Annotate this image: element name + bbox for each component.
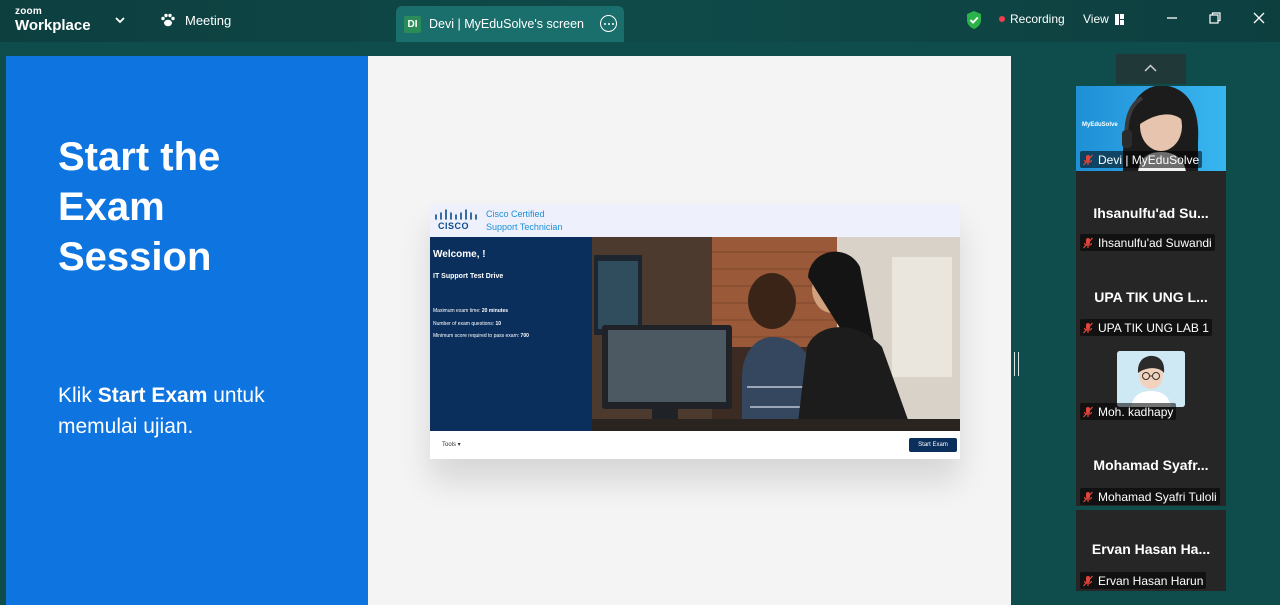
- mic-muted-icon: [1083, 575, 1093, 586]
- close-icon[interactable]: [1252, 11, 1266, 25]
- minimize-icon[interactable]: [1165, 11, 1179, 25]
- participant-name-tag: Ihsanulfu'ad Suwandi: [1080, 234, 1215, 251]
- participant-name-tag: Mohamad Syafri Tuloli: [1080, 488, 1220, 505]
- grid-view-icon: [1114, 13, 1125, 25]
- title-bar: zoom Workplace Meeting DI Devi | MyEduSo…: [0, 0, 1280, 42]
- recording-indicator[interactable]: Recording: [999, 12, 1065, 26]
- participant-tile[interactable]: Moh. kadhapy: [1076, 341, 1226, 426]
- instruction-text-bold: Start Exam: [97, 384, 208, 407]
- office-people-photo: [592, 237, 960, 431]
- shared-screen-title: Devi | MyEduSolve's screen: [429, 17, 584, 31]
- collapse-gallery-button[interactable]: [1116, 54, 1186, 84]
- view-button[interactable]: View: [1083, 12, 1125, 26]
- instruction-text-pre: Klik: [58, 384, 98, 407]
- chevron-down-icon[interactable]: [113, 13, 127, 27]
- chevron-up-icon: [1144, 64, 1157, 72]
- sharer-initials-badge: DI: [404, 15, 421, 33]
- welcome-heading: Welcome, !: [433, 249, 486, 260]
- participant-name: Ihsanulfu'ad Suwandi: [1098, 235, 1212, 250]
- zoom-workplace-logo[interactable]: zoom Workplace: [15, 6, 91, 34]
- participant-tile[interactable]: Ervan Hasan Ha... Ervan Hasan Harun: [1076, 510, 1226, 591]
- rule-pass-score: Minimum score required to pass exam: 700: [433, 333, 529, 339]
- participant-display-name: Mohamad Syafr...: [1093, 457, 1209, 473]
- participant-name: Mohamad Syafri Tuloli: [1098, 489, 1217, 504]
- mic-muted-icon: [1083, 406, 1093, 417]
- test-name: IT Support Test Drive: [433, 273, 504, 280]
- participant-name-tag: UPA TIK UNG LAB 1: [1080, 319, 1212, 336]
- avatar-illustration: [1117, 351, 1185, 407]
- participant-display-name: Ihsanulfu'ad Su...: [1093, 205, 1209, 221]
- participant-display-name: Ervan Hasan Ha...: [1091, 541, 1211, 557]
- participant-name-tag: Ervan Hasan Harun: [1080, 572, 1207, 589]
- mic-muted-icon: [1083, 322, 1093, 333]
- restore-icon[interactable]: [1208, 11, 1222, 25]
- mic-muted-icon: [1083, 491, 1093, 502]
- participant-tile[interactable]: MyEduSolve Devi | MyEduSolve: [1076, 86, 1226, 171]
- brand-top: zoom: [15, 6, 42, 17]
- exam-rules: Maximum exam time: 20 minutes Number of …: [433, 305, 529, 343]
- shared-screen[interactable]: Start the Exam Session Klik Start Exam u…: [6, 56, 1011, 605]
- slide-title: Start the Exam Session: [58, 135, 221, 279]
- participant-tile[interactable]: Ihsanulfu'ad Su... Ihsanulfu'ad Suwandi: [1076, 171, 1226, 256]
- cisco-wordmark: CISCO: [438, 221, 470, 231]
- participant-name-tag: Moh. kadhapy: [1080, 403, 1177, 420]
- exam-footer: Tools ▾ Start Exam: [430, 431, 960, 459]
- tools-menu: Tools ▾: [442, 442, 461, 448]
- start-exam-button: Start Exam: [909, 438, 957, 452]
- participant-name: Devi | MyEduSolve: [1098, 152, 1200, 167]
- recording-dot-icon: [999, 16, 1005, 22]
- recording-label: Recording: [1010, 12, 1065, 26]
- participant-name: UPA TIK UNG LAB 1: [1098, 320, 1209, 335]
- participant-name-tag: Devi | MyEduSolve: [1080, 151, 1203, 168]
- slide-title-panel: Start the Exam Session Klik Start Exam u…: [6, 56, 368, 605]
- tab-meeting[interactable]: Meeting: [160, 12, 231, 28]
- participant-tile[interactable]: UPA TIK UNG L... UPA TIK UNG LAB 1: [1076, 256, 1226, 341]
- participant-name: Ervan Hasan Harun: [1098, 573, 1204, 588]
- rule-question-count: Number of exam questions: 10: [433, 320, 502, 327]
- mic-muted-icon: [1083, 154, 1093, 165]
- slide-instruction: Klik Start Exam untuk memulai ujian.: [58, 380, 338, 442]
- more-options-icon[interactable]: [600, 15, 617, 32]
- avatar: [1117, 351, 1185, 407]
- brand-bottom: Workplace: [15, 17, 91, 34]
- myedusolve-logo: MyEduSolve: [1082, 122, 1118, 128]
- view-label: View: [1083, 12, 1109, 26]
- panel-resize-handle[interactable]: [1014, 352, 1019, 376]
- exam-header: CISCO Cisco Certified Support Technician: [430, 204, 960, 237]
- exam-screenshot: CISCO Cisco Certified Support Technician…: [430, 204, 960, 459]
- paw-icon: [161, 13, 175, 27]
- tab-shared-screen[interactable]: DI Devi | MyEduSolve's screen: [396, 6, 624, 42]
- security-shield-icon[interactable]: [965, 10, 983, 30]
- tab-meeting-label: Meeting: [185, 12, 232, 28]
- participant-display-name: UPA TIK UNG L...: [1094, 289, 1208, 305]
- rule-max-time: Maximum exam time: 20 minutes: [433, 308, 509, 314]
- certification-title: Cisco Certified Support Technician: [486, 209, 563, 232]
- participant-name: Moh. kadhapy: [1098, 404, 1174, 419]
- mic-muted-icon: [1083, 237, 1093, 248]
- participant-tile[interactable]: Mohamad Syafr... Mohamad Syafri Tuloli: [1076, 426, 1226, 506]
- exam-info-panel: Welcome, ! IT Support Test Drive Maximum…: [430, 237, 592, 431]
